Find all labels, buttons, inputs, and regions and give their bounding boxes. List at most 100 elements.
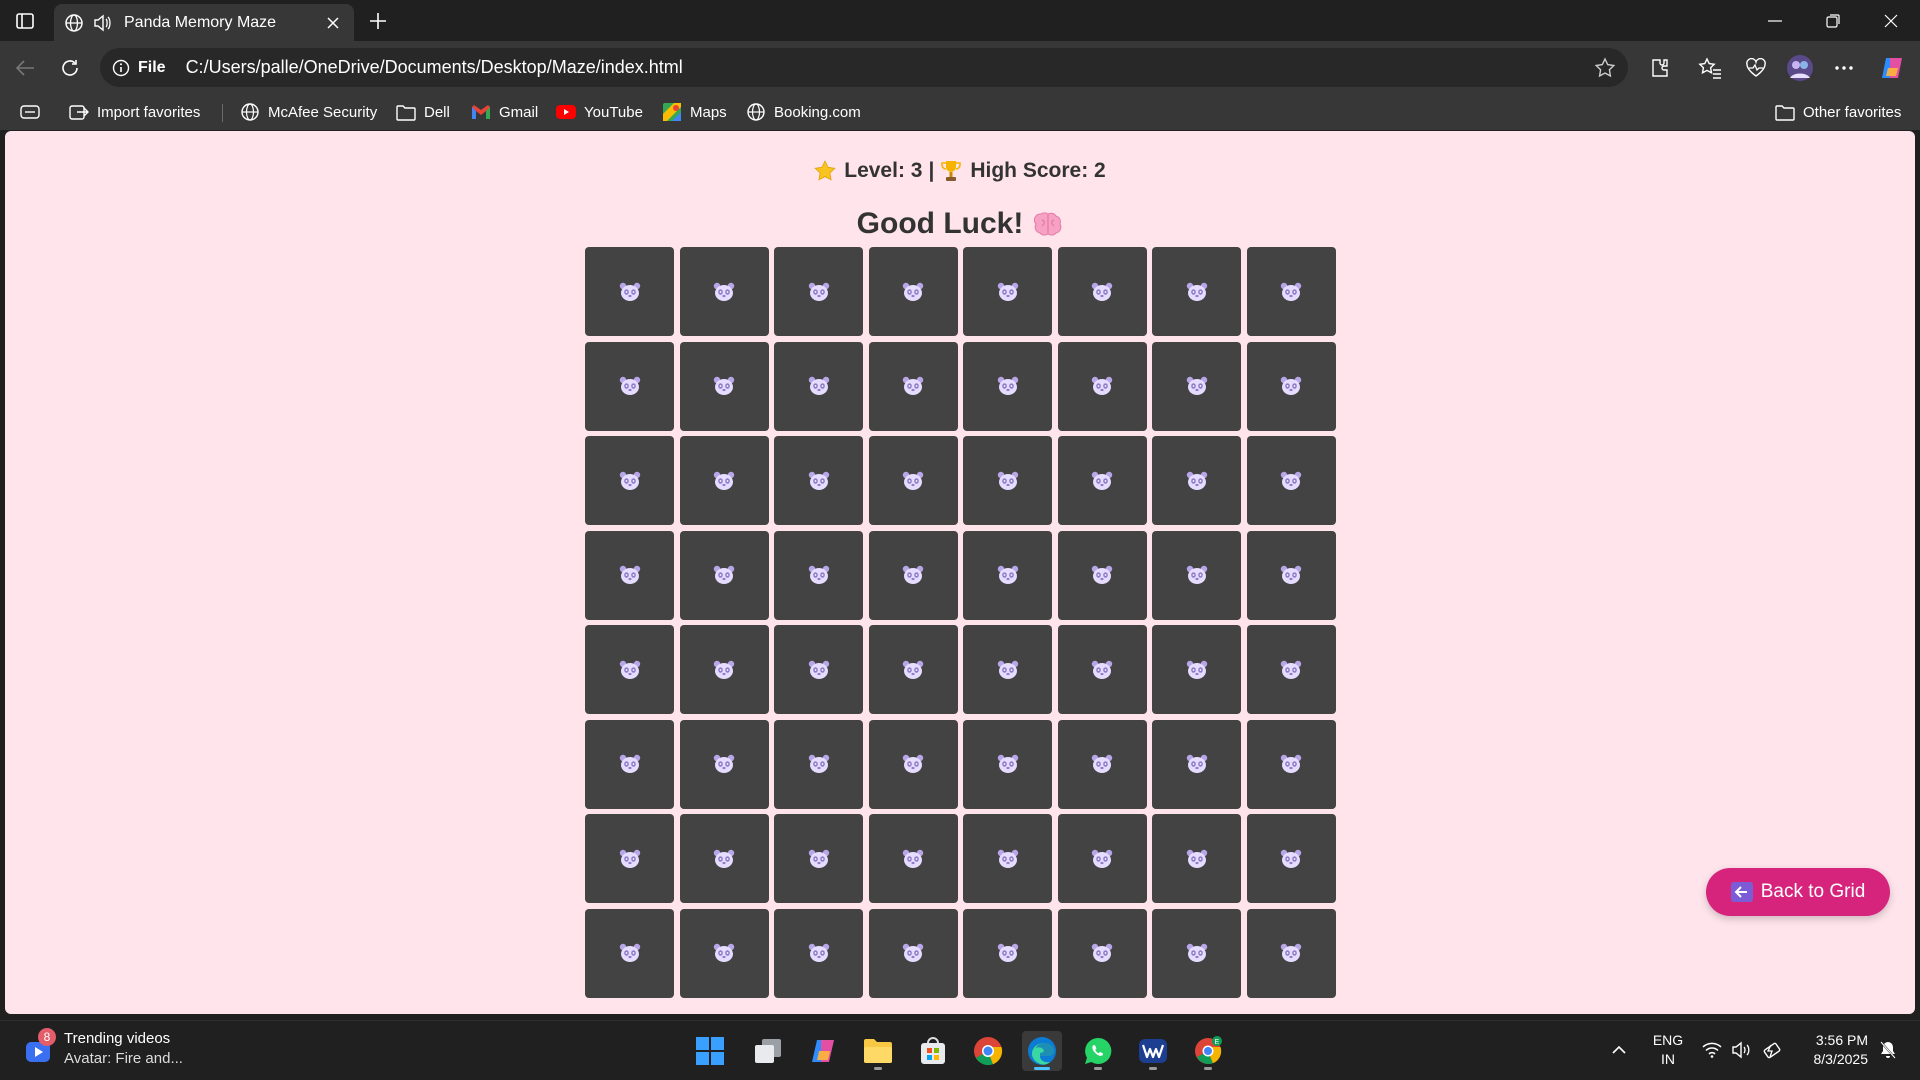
memory-tile[interactable] bbox=[963, 908, 1052, 998]
microsoft-store-icon[interactable] bbox=[913, 1031, 953, 1071]
memory-tile[interactable] bbox=[1152, 436, 1241, 525]
memory-tile[interactable] bbox=[585, 625, 674, 714]
memory-tile[interactable] bbox=[774, 436, 863, 525]
memory-tile[interactable] bbox=[1152, 625, 1241, 714]
memory-tile[interactable] bbox=[1246, 247, 1336, 336]
memory-tile[interactable] bbox=[774, 719, 863, 809]
memory-tile[interactable] bbox=[1246, 530, 1336, 620]
speaker-icon[interactable] bbox=[92, 13, 112, 33]
memory-tile[interactable] bbox=[1057, 247, 1147, 336]
memory-tile[interactable] bbox=[1057, 908, 1147, 998]
memory-tile[interactable] bbox=[1057, 341, 1147, 431]
task-view-icon[interactable] bbox=[748, 1031, 788, 1071]
memory-tile[interactable] bbox=[1152, 341, 1241, 431]
memory-tile[interactable] bbox=[585, 436, 674, 525]
memory-tile[interactable] bbox=[1057, 530, 1147, 620]
memory-tile[interactable] bbox=[963, 341, 1052, 431]
start-icon[interactable] bbox=[690, 1031, 730, 1071]
memory-tile[interactable] bbox=[1152, 719, 1241, 809]
file-explorer-icon[interactable] bbox=[858, 1031, 898, 1071]
address-bar[interactable]: File C:/Users/palle/OneDrive/Documents/D… bbox=[100, 48, 1628, 87]
memory-tile[interactable] bbox=[868, 530, 958, 620]
memory-tile[interactable] bbox=[774, 247, 863, 336]
memory-tile[interactable] bbox=[868, 625, 958, 714]
memory-tile[interactable] bbox=[1246, 341, 1336, 431]
memory-tile[interactable] bbox=[585, 908, 674, 998]
minimize-icon[interactable] bbox=[1760, 8, 1790, 34]
chrome-icon[interactable] bbox=[968, 1031, 1008, 1071]
favorite-dell[interactable]: Dell bbox=[396, 100, 450, 124]
memory-tile[interactable] bbox=[963, 625, 1052, 714]
restore-icon[interactable] bbox=[1818, 8, 1848, 34]
site-info-chip[interactable]: File bbox=[112, 59, 166, 77]
close-tab-icon[interactable] bbox=[322, 12, 344, 34]
notifications-bell-icon[interactable] bbox=[1876, 1035, 1900, 1065]
wifi-icon[interactable] bbox=[1700, 1035, 1724, 1065]
memory-tile[interactable] bbox=[679, 719, 769, 809]
show-hidden-icons-chevron-icon[interactable] bbox=[1605, 1035, 1633, 1065]
whatsapp-icon[interactable] bbox=[1078, 1031, 1118, 1071]
memory-tile[interactable] bbox=[585, 814, 674, 903]
edge-icon[interactable] bbox=[1022, 1031, 1062, 1071]
memory-tile[interactable] bbox=[774, 341, 863, 431]
favorite-maps[interactable]: Maps bbox=[662, 100, 727, 124]
memory-tile[interactable] bbox=[1246, 625, 1336, 714]
memory-tile[interactable] bbox=[868, 341, 958, 431]
back-arrow-icon[interactable] bbox=[10, 53, 40, 83]
favorites-icon[interactable] bbox=[1696, 54, 1724, 82]
memory-tile[interactable] bbox=[1246, 719, 1336, 809]
memory-tile[interactable] bbox=[1057, 719, 1147, 809]
new-tab-icon[interactable] bbox=[364, 8, 392, 34]
extensions-icon[interactable] bbox=[1646, 54, 1674, 82]
chrome-profile-icon[interactable]: E bbox=[1188, 1031, 1228, 1071]
memory-tile[interactable] bbox=[963, 247, 1052, 336]
sidebar-toggle-icon[interactable] bbox=[12, 9, 38, 33]
memory-tile[interactable] bbox=[868, 908, 958, 998]
language-indicator[interactable]: ENG IN bbox=[1650, 1031, 1686, 1069]
back-to-grid-button[interactable]: Back to Grid bbox=[1706, 868, 1890, 916]
url-text[interactable]: C:/Users/palle/OneDrive/Documents/Deskto… bbox=[186, 57, 1594, 78]
favorite-import-favorites[interactable]: Import favorites bbox=[69, 100, 200, 124]
memory-tile[interactable] bbox=[1057, 436, 1147, 525]
memory-tile[interactable] bbox=[963, 719, 1052, 809]
copilot-taskbar-icon[interactable] bbox=[803, 1031, 843, 1071]
profile-avatar[interactable] bbox=[1786, 54, 1814, 82]
memory-tile[interactable] bbox=[1246, 436, 1336, 525]
memory-tile[interactable] bbox=[1057, 625, 1147, 714]
memory-tile[interactable] bbox=[585, 719, 674, 809]
memory-tile[interactable] bbox=[963, 436, 1052, 525]
memory-tile[interactable] bbox=[679, 908, 769, 998]
memory-tile[interactable] bbox=[868, 719, 958, 809]
copilot-icon[interactable] bbox=[1878, 54, 1906, 82]
volume-icon[interactable] bbox=[1730, 1035, 1754, 1065]
memory-tile[interactable] bbox=[1246, 814, 1336, 903]
memory-tile[interactable] bbox=[1152, 247, 1241, 336]
more-options-icon[interactable] bbox=[1830, 54, 1858, 82]
memory-tile[interactable] bbox=[679, 247, 769, 336]
memory-tile[interactable] bbox=[774, 530, 863, 620]
close-window-icon[interactable] bbox=[1876, 8, 1906, 34]
memory-tile[interactable] bbox=[585, 341, 674, 431]
memory-tile[interactable] bbox=[1246, 908, 1336, 998]
memory-tile[interactable] bbox=[679, 341, 769, 431]
memory-tile[interactable] bbox=[1152, 530, 1241, 620]
memory-tile[interactable] bbox=[774, 625, 863, 714]
news-widget[interactable]: 8 Trending videos Avatar: Fire and... bbox=[24, 1028, 183, 1069]
memory-tile[interactable] bbox=[679, 625, 769, 714]
memory-tile[interactable] bbox=[1152, 814, 1241, 903]
refresh-icon[interactable] bbox=[55, 53, 85, 83]
favorite-gmail[interactable]: Gmail bbox=[471, 100, 538, 124]
favorite-mcafee-security[interactable]: McAfee Security bbox=[240, 100, 377, 124]
memory-tile[interactable] bbox=[679, 530, 769, 620]
memory-tile[interactable] bbox=[963, 814, 1052, 903]
memory-tile[interactable] bbox=[585, 530, 674, 620]
memory-tile[interactable] bbox=[774, 814, 863, 903]
reading-view-icon[interactable] bbox=[20, 100, 40, 124]
memory-tile[interactable] bbox=[679, 436, 769, 525]
memory-tile[interactable] bbox=[868, 814, 958, 903]
memory-tile[interactable] bbox=[774, 908, 863, 998]
favorite-youtube[interactable]: YouTube bbox=[556, 100, 643, 124]
tab-panda-memory-maze[interactable]: Panda Memory Maze bbox=[54, 4, 354, 41]
memory-tile[interactable] bbox=[1057, 814, 1147, 903]
other-favorites[interactable]: Other favorites bbox=[1775, 100, 1901, 124]
